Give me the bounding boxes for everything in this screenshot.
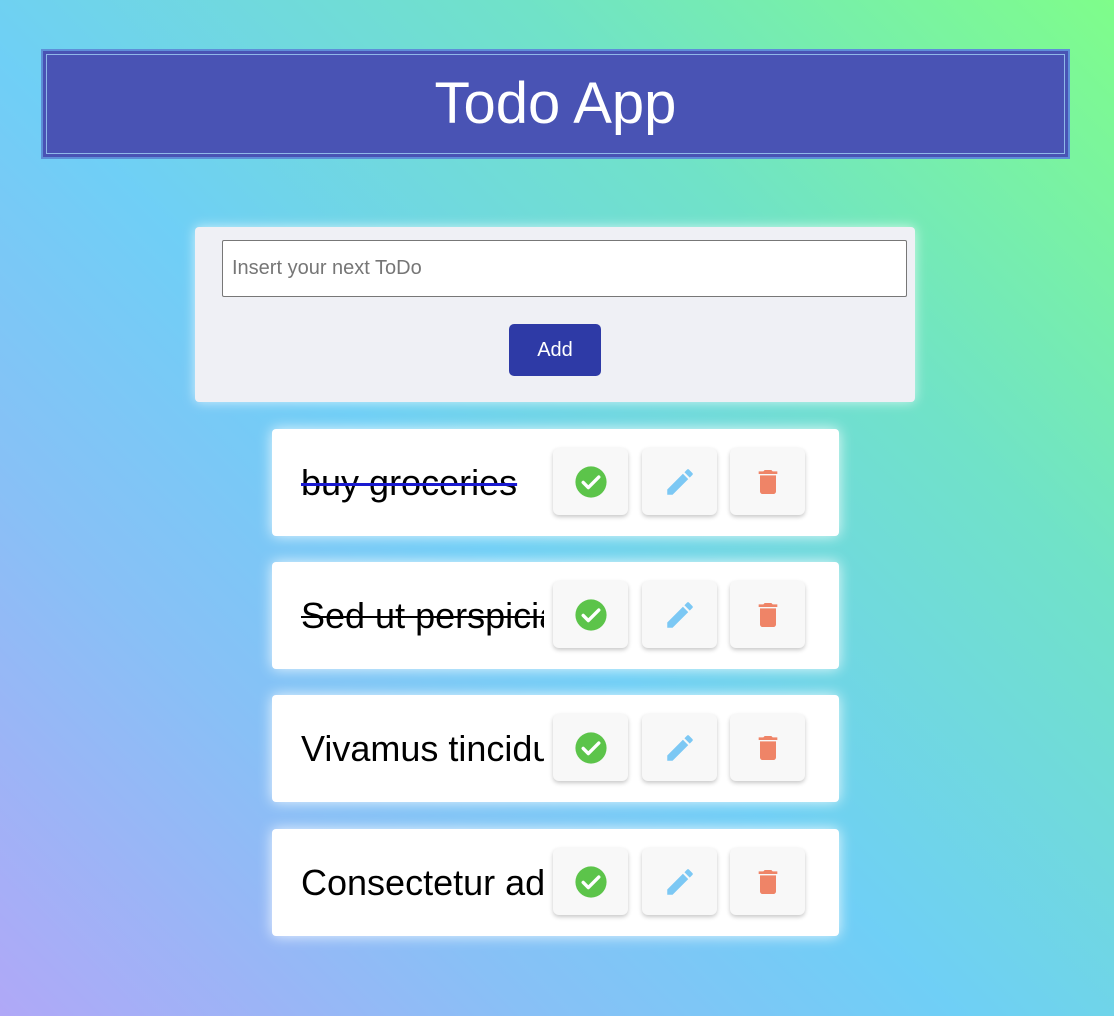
todo-text: Sed ut perspiciatis — [301, 595, 544, 636]
trash-icon — [758, 869, 777, 894]
delete-button[interactable] — [730, 714, 805, 781]
todo-text: buy groceries — [301, 462, 518, 503]
todo-item: buy groceries — [272, 429, 839, 536]
complete-button[interactable] — [553, 581, 628, 648]
pencil-icon — [666, 734, 693, 761]
todo-input[interactable] — [222, 240, 907, 297]
trash-icon — [758, 469, 777, 494]
check-circle-icon — [574, 865, 607, 898]
edit-button[interactable] — [642, 448, 717, 515]
complete-button[interactable] — [553, 848, 628, 915]
complete-button[interactable] — [553, 714, 628, 781]
complete-button[interactable] — [553, 448, 628, 515]
check-circle-icon — [574, 465, 607, 498]
todo-text: Vivamus tincidunt — [301, 728, 544, 769]
edit-button[interactable] — [642, 714, 717, 781]
delete-button[interactable] — [730, 581, 805, 648]
pencil-icon — [666, 868, 693, 895]
todo-item: Sed ut perspiciatis — [272, 562, 839, 669]
pencil-icon — [666, 601, 693, 628]
add-button[interactable]: Add — [509, 324, 601, 376]
delete-button[interactable] — [730, 848, 805, 915]
todo-item: Consectetur adipiscing — [272, 829, 839, 936]
todo-item: Vivamus tincidunt — [272, 695, 839, 802]
page-title: Todo App — [434, 71, 677, 136]
app-header: Todo App — [41, 49, 1070, 159]
delete-button[interactable] — [730, 448, 805, 515]
todo-text: Consectetur adipiscing — [301, 862, 544, 903]
edit-button[interactable] — [642, 581, 717, 648]
todo-form: Add — [195, 227, 915, 402]
trash-icon — [758, 735, 777, 760]
trash-icon — [758, 602, 777, 627]
check-circle-icon — [574, 731, 607, 764]
edit-button[interactable] — [642, 848, 717, 915]
check-circle-icon — [574, 598, 607, 631]
pencil-icon — [666, 468, 693, 495]
